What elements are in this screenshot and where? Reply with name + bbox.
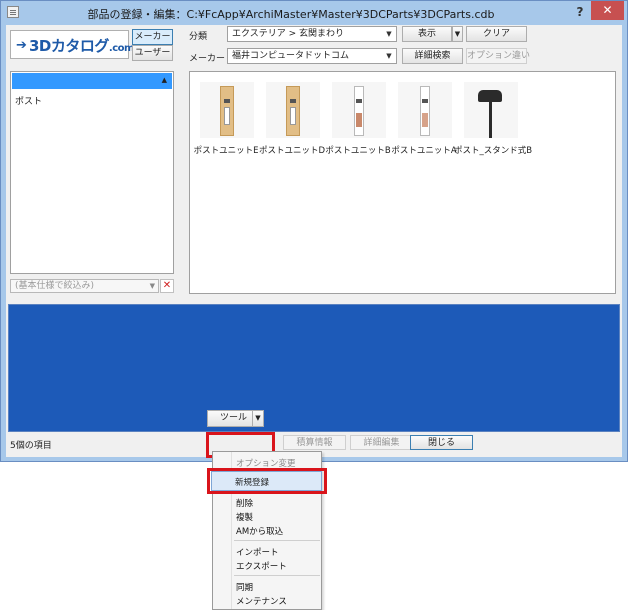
menu-item-duplicate[interactable]: 複製 <box>236 511 253 523</box>
detail-search-button[interactable]: 詳細検索 <box>402 48 463 64</box>
display-button[interactable]: 表示 <box>402 26 452 42</box>
main-window: 部品の登録・編集：C:¥FcApp¥ArchiMaster¥Master¥3DC… <box>0 0 628 462</box>
part-thumbnail <box>200 82 254 138</box>
list-selected-row[interactable]: ▲ <box>12 73 172 89</box>
part-thumbnail <box>464 82 518 138</box>
menu-separator <box>234 575 320 576</box>
window-title: 部品の登録・編集：C:¥FcApp¥ArchiMaster¥Master¥3DC… <box>87 8 495 21</box>
filter-clear-button[interactable]: ✕ <box>160 279 174 293</box>
chevron-down-icon: ▼ <box>149 282 155 290</box>
part-item[interactable]: ポストユニットD <box>259 80 325 160</box>
user-tab-button[interactable]: ユーザー <box>132 45 173 61</box>
title-bar[interactable]: 部品の登録・編集：C:¥FcApp¥ArchiMaster¥Master¥3DC… <box>1 1 627 25</box>
part-item[interactable]: ポストユニットA <box>391 80 457 160</box>
part-item[interactable]: ポスト_スタンド式B <box>454 80 532 160</box>
part-label: ポストユニットD <box>258 146 326 156</box>
maker-label: メーカー <box>189 54 226 64</box>
tool-button-label: ツール <box>220 413 248 423</box>
part-thumbnail <box>398 82 452 138</box>
part-thumbnail <box>266 82 320 138</box>
close-window-button[interactable]: ✕ <box>591 1 624 20</box>
menu-item-maintenance[interactable]: メンテナンス <box>236 595 287 607</box>
option-diff-button[interactable]: オプション違い <box>466 48 530 64</box>
category-select[interactable]: エクステリア > 玄関まわり ▼ <box>227 26 397 42</box>
part-label: ポストユニットE <box>193 146 259 156</box>
menu-item-import[interactable]: インポート <box>236 546 279 558</box>
menu-item-sync[interactable]: 同期 <box>236 581 253 593</box>
menu-item-delete[interactable]: 削除 <box>236 497 253 509</box>
logo: ➔ 3Dカタログ.com <box>10 30 134 59</box>
part-label: ポスト_スタンド式B <box>454 146 533 156</box>
help-button[interactable]: ? <box>572 3 588 21</box>
category-label: 分類 <box>189 32 208 42</box>
part-label: ポストユニットA <box>391 146 457 156</box>
tool-dropdown-button[interactable]: ツール ▼ <box>207 410 264 427</box>
preview-pane <box>8 304 620 432</box>
part-item[interactable]: ポストユニットB <box>325 80 391 160</box>
chevron-up-icon: ▲ <box>161 76 167 84</box>
spec-filter-select[interactable]: (基本仕様で絞込み) ▼ <box>10 279 159 293</box>
logo-text: 3Dカタログ.com <box>29 35 134 56</box>
logo-suffix: .com <box>108 43 135 54</box>
spec-filter-placeholder: (基本仕様で絞込み) <box>15 281 95 291</box>
highlight-frame <box>207 468 327 494</box>
display-dropdown-button[interactable]: ▼ <box>452 26 463 42</box>
chevron-down-icon: ▼ <box>386 30 392 38</box>
menu-item-export[interactable]: エクスポート <box>236 560 287 572</box>
parts-grid[interactable]: ポストユニットE ポストユニットD ポストユニットB ポストユニットA ポスト_… <box>189 71 616 294</box>
chevron-down-icon: ▼ <box>454 30 461 38</box>
close-button[interactable]: 閉じる <box>410 435 473 450</box>
item-count-status: 5個の項目 <box>10 441 52 451</box>
list-item[interactable]: ポスト <box>15 94 42 107</box>
category-value: エクステリア > 玄関まわり <box>232 29 344 39</box>
clear-button[interactable]: クリア <box>466 26 527 42</box>
logo-arrow-icon: ➔ <box>16 38 27 53</box>
part-thumbnail <box>332 82 386 138</box>
logo-main: 3Dカタログ <box>29 37 109 55</box>
client-area: ➔ 3Dカタログ.com メーカー ユーザー 分類 エクステリア > 玄関まわり… <box>6 25 622 457</box>
quantity-info-button[interactable]: 積算情報 <box>283 435 346 450</box>
category-list[interactable]: ▲ ポスト <box>10 71 174 274</box>
menu-separator <box>234 540 320 541</box>
chevron-down-icon[interactable]: ▼ <box>252 411 263 426</box>
maker-value: 福井コンピュータドットコム <box>232 51 350 61</box>
chevron-down-icon: ▼ <box>386 52 392 60</box>
part-label: ポストユニットB <box>325 146 391 156</box>
detail-edit-button[interactable]: 詳細編集 <box>350 435 413 450</box>
part-item[interactable]: ポストユニットE <box>194 80 258 160</box>
maker-select[interactable]: 福井コンピュータドットコム ▼ <box>227 48 397 64</box>
menu-item-import-am[interactable]: AMから取込 <box>236 525 283 537</box>
maker-tab-button[interactable]: メーカー <box>132 29 173 45</box>
